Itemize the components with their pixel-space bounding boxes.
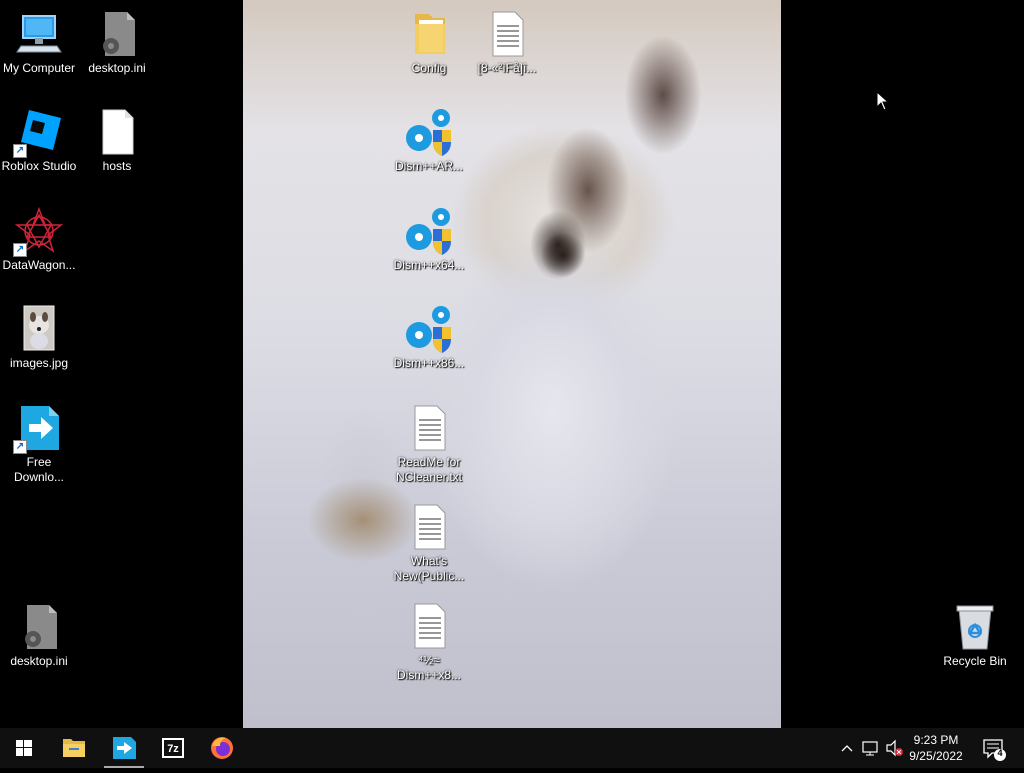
shortcut-arrow-icon: ↗ [13,243,27,257]
taskbar: 7z 9:23 PM 9/25/2022 4 [0,728,1024,768]
computer-icon [15,10,63,58]
desktop-icon-readme-ncleaner[interactable]: ReadMe for NCleaner.txt [391,404,467,485]
icon-label: desktop.ini [10,654,68,668]
taskbar-firefox[interactable] [198,728,246,768]
text-file-icon [405,404,453,452]
free-download-manager-icon [113,737,136,759]
blank-file-icon [93,108,141,156]
icon-label: Dism++x86... [393,356,465,370]
dism-gears-icon [405,207,453,255]
desktop-icon-desktop-ini-2[interactable]: desktop.ini [1,603,77,669]
desktop-icon-hosts[interactable]: hosts [79,108,155,174]
icon-label: desktop.ini [88,61,146,75]
volume-muted-icon[interactable] [884,728,906,768]
icon-label: Roblox Studio [1,159,77,173]
settings-file-icon [15,603,63,651]
desktop-icon-roblox-studio[interactable]: ↗ Roblox Studio [1,108,77,174]
desktop-icon-dism-x86[interactable]: Dism++x86... [391,305,467,371]
desktop-icon-dism-arm[interactable]: Dism++AR... [391,108,467,174]
notification-count-badge: 4 [997,748,1003,758]
roblox-studio-icon: ↗ [13,108,63,158]
shortcut-arrow-icon: ↗ [13,144,27,158]
taskbar-7zip[interactable]: 7z [149,728,197,768]
windows-logo-icon [16,740,32,756]
7zip-icon: 7z [162,738,184,758]
mouse-cursor-icon [876,90,890,116]
action-center-button[interactable]: 4 [978,728,1014,768]
desktop-icon-config[interactable]: Config [391,10,467,76]
tray-overflow-chevron-icon[interactable] [838,728,856,768]
desktop-icon-free-download-manager[interactable]: ↗ Free Downlo... [1,404,77,485]
desktop-icon-text-file-garbled[interactable]: [8-«²ìFå]î... [469,10,545,76]
text-file-icon [483,10,531,58]
svg-text:7z: 7z [167,743,179,755]
start-button[interactable] [0,728,48,768]
network-icon[interactable] [860,728,882,768]
desktop-icon-dism-x86-text[interactable]: ⁴½≈ Dism++x8... [391,602,467,683]
desktop-icon-my-computer[interactable]: My Computer [1,10,77,76]
firefox-icon [211,737,233,759]
taskbar-clock[interactable]: 9:23 PM 9/25/2022 [906,732,966,764]
desktop-icon-datawagon[interactable]: ↗ DataWagon... [1,206,77,273]
desktop-icon-dism-x64[interactable]: Dism++x64... [391,207,467,273]
icon-label: ⁴½≈ Dism++x8... [396,653,462,682]
icon-label: Dism++AR... [394,159,463,173]
icon-label: My Computer [2,61,76,75]
image-thumbnail-icon [15,305,63,353]
dism-gears-icon [405,108,453,156]
icon-label: What's New(Public... [393,554,465,583]
icon-label: ReadMe for NCleaner.txt [395,455,463,484]
desktop-wallpaper [243,0,781,728]
icon-label: [8-«²ìFå]î... [477,61,537,75]
icon-label: hosts [102,159,132,173]
desktop-icon-whats-new[interactable]: What's New(Public... [391,503,467,584]
text-file-icon [405,602,453,650]
icon-label: images.jpg [9,356,69,370]
taskbar-file-explorer[interactable] [50,728,98,768]
dism-gears-icon [405,305,453,353]
folder-icon [405,10,453,58]
desktop-icon-desktop-ini[interactable]: desktop.ini [79,10,155,76]
free-download-manager-icon: ↗ [13,404,63,454]
icon-label: Config [411,61,447,75]
clock-time: 9:23 PM [913,733,959,747]
text-file-icon [405,503,453,551]
icon-label: Free Downlo... [13,455,65,484]
icon-label: DataWagon... [2,258,76,272]
icon-label: Dism++x64... [393,258,465,272]
desktop-icon-images-jpg[interactable]: images.jpg [1,305,77,371]
datawagon-icon: ↗ [13,206,64,257]
icon-label: Recycle Bin [943,654,1007,668]
folder-icon [63,739,85,757]
recycle-bin-icon [951,603,999,651]
taskbar-free-download-manager[interactable] [100,728,148,768]
settings-file-icon [93,10,141,58]
clock-date: 9/25/2022 [909,749,963,763]
shortcut-arrow-icon: ↗ [13,440,27,454]
desktop-icon-recycle-bin[interactable]: Recycle Bin [937,603,1013,669]
